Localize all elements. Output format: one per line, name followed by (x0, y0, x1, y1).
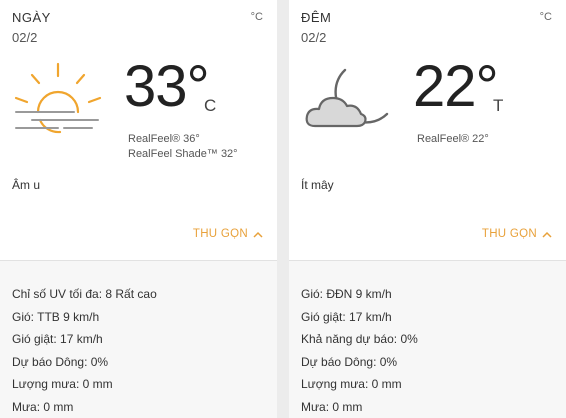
night-summary: ĐÊM 02/2 °C 22° T RealFeel® 22° Ít mây T… (289, 0, 566, 260)
day-collapse-label: THU GỌN (192, 228, 248, 240)
day-detail-item: Chỉ số UV tối đa: 8 Rất cao (12, 287, 157, 301)
day-summary: NGÀY 02/2 °C 33° C RealFeel® 36° RealFee… (0, 0, 277, 260)
night-detail-item: Mưa: 0 mm (301, 399, 363, 414)
day-detail-item: Gió: TTB 9 km/h (12, 309, 100, 324)
night-temp-unit-letter: T (493, 96, 504, 115)
night-collapse-label: THU GỌN (481, 228, 537, 240)
moon-cloud-icon (305, 68, 389, 128)
night-unit-label: °C (539, 11, 552, 23)
day-temperature: 33° (124, 54, 210, 119)
day-phrase: Âm u (12, 178, 41, 192)
night-phrase: Ít mây (301, 178, 334, 192)
night-detail-item: Gió giật: 17 km/h (301, 309, 392, 324)
night-detail-item: Dự báo Dông: 0% (301, 354, 398, 369)
night-date: 02/2 (301, 30, 327, 45)
chevron-up-icon (542, 231, 552, 238)
day-detail-item: Mưa: 0 mm (12, 399, 74, 414)
night-temperature: 22° (413, 54, 499, 119)
night-forecast-card: ĐÊM 02/2 °C 22° T RealFeel® 22° Ít mây T… (289, 0, 566, 418)
chevron-up-icon (253, 231, 263, 238)
day-collapse-button[interactable]: THU GỌN (193, 228, 263, 240)
hazy-sun-icon (14, 62, 102, 134)
day-realfeel: RealFeel® 36° (128, 133, 200, 145)
night-period-label: ĐÊM (301, 10, 332, 25)
day-forecast-card: NGÀY 02/2 °C 33° C RealFeel® 36° RealFee… (0, 0, 277, 418)
day-detail-item: Dự báo Dông: 0% (12, 354, 109, 369)
night-detail-item: Lượng mưa: 0 mm (301, 377, 402, 392)
day-period-label: NGÀY (12, 10, 51, 25)
day-unit-label: °C (250, 11, 263, 23)
night-detail-item: Gió: ĐĐN 9 km/h (301, 287, 392, 301)
day-realfeel-shade: RealFeel Shade™ 32° (128, 148, 238, 160)
night-realfeel: RealFeel® 22° (417, 133, 489, 145)
day-temp-unit-letter: C (204, 96, 217, 115)
night-details: Gió: ĐĐN 9 km/h Gió giật: 17 km/h Khả nă… (289, 260, 566, 418)
day-date: 02/2 (12, 30, 38, 45)
night-collapse-button[interactable]: THU GỌN (482, 228, 552, 240)
day-detail-item: Lượng mưa: 0 mm (12, 377, 113, 392)
day-details: Chỉ số UV tối đa: 8 Rất cao Gió: TTB 9 k… (0, 260, 277, 418)
day-detail-item: Gió giật: 17 km/h (12, 332, 103, 347)
night-detail-item: Khả năng dự báo: 0% (301, 332, 418, 347)
